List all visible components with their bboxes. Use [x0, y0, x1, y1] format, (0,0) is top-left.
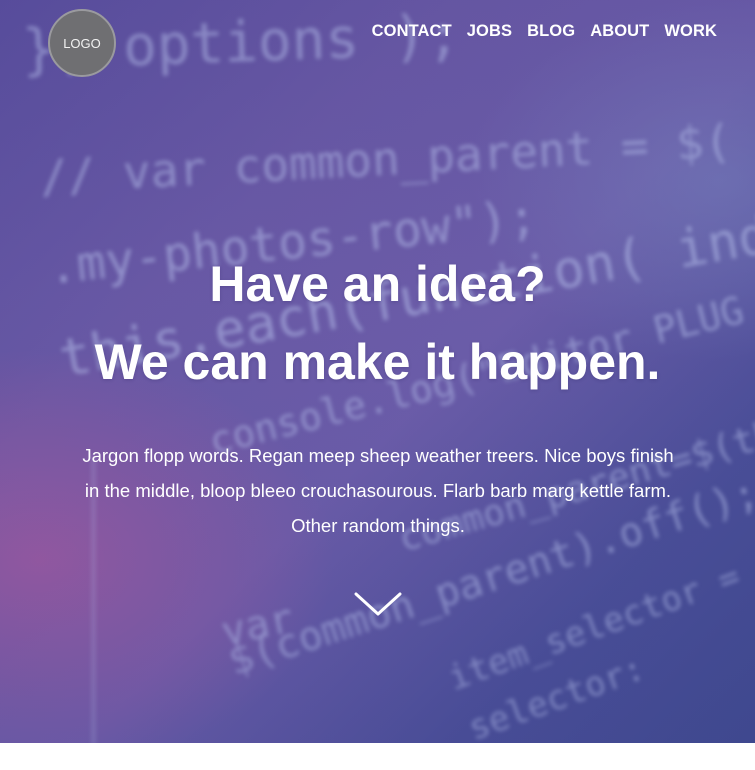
hero-section: }, options ); // var common_parent = $( …	[0, 0, 755, 743]
hero-body-text: Jargon flopp words. Regan meep sheep wea…	[82, 445, 674, 536]
code-line: // var common_parent = $(	[38, 113, 733, 204]
code-line: var	[217, 595, 298, 656]
logo[interactable]: LOGO	[48, 9, 116, 77]
hero-subheadline: We can make it happen.	[94, 334, 661, 390]
main-nav: CONTACT JOBS BLOG ABOUT WORK	[372, 22, 717, 41]
nav-item-work[interactable]: WORK	[664, 22, 717, 41]
code-line: selector:	[463, 648, 650, 743]
code-line: item_selector =	[443, 556, 746, 699]
logo-label: LOGO	[63, 35, 101, 51]
nav-item-jobs[interactable]: JOBS	[467, 22, 512, 41]
chevron-down-icon[interactable]	[352, 582, 404, 622]
nav-item-blog[interactable]: BLOG	[527, 22, 575, 41]
nav-item-about[interactable]: ABOUT	[590, 22, 649, 41]
hero-headline: Have an idea?	[209, 256, 546, 312]
nav-item-contact[interactable]: CONTACT	[372, 22, 452, 41]
